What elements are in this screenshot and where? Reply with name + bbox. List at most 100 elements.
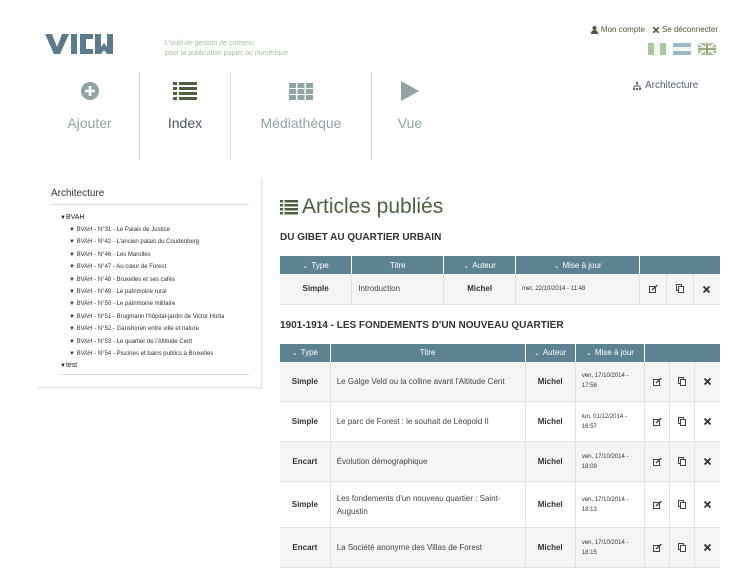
logout-link[interactable]: Se déconnecter <box>652 25 718 34</box>
account-link[interactable]: Mon compte <box>590 25 645 34</box>
copy-icon <box>678 376 687 386</box>
copy-action[interactable] <box>669 441 696 482</box>
date-line: ven, 17/10/2014 - <box>581 373 629 380</box>
main-content: Articles publiés DU GIBET AU QUARTIER UR… <box>280 192 720 568</box>
tree-item[interactable]: ▼ BVAH - N°51 - Brugmann l'hôpital-jardi… <box>60 311 249 323</box>
tree-item[interactable]: ▼ BVAH - N°47 - Au cœur de Forest <box>60 261 249 273</box>
tree-root-bvah[interactable]: ▼BVAH <box>60 212 249 224</box>
column-title[interactable]: Titre <box>330 343 526 362</box>
cell-title[interactable]: Le parc de Forest : le souhait de Léopol… <box>330 401 526 442</box>
tree-item[interactable]: ▼ BVAH - N°54 - Piscines et bains public… <box>60 348 249 360</box>
view-logo[interactable] <box>45 34 113 54</box>
nav-view[interactable]: Vue <box>372 72 448 160</box>
cell-type: Simple <box>280 401 331 442</box>
flag-fr-icon[interactable] <box>673 43 691 55</box>
breadcrumb[interactable]: Architecture <box>633 80 698 91</box>
language-switcher <box>648 43 716 55</box>
cell-date: ven, 17/10/2014 - 18:15 <box>575 527 646 568</box>
time-line: 18:13 <box>581 506 597 513</box>
caret-down-icon: ▼ <box>69 264 77 271</box>
tree-item[interactable]: ▼ BVAH - N°46 - Les Marolles <box>60 249 249 261</box>
copy-action[interactable] <box>666 274 694 305</box>
column-type[interactable]: ⌄ Type <box>280 343 331 362</box>
cell-date: ven, 17/10/2014 - 17:58 <box>575 361 646 402</box>
articles-table: ⌄ Type Titre ⌄ Auteur ⌄ Mise à jour Simple … <box>280 343 720 568</box>
delete-action[interactable] <box>694 441 720 482</box>
nav-media[interactable]: Médiathèque <box>231 72 371 160</box>
cell-title[interactable]: Introduction <box>351 274 445 305</box>
tree-item[interactable]: ▼ BVAH - N°42 - L'ancien palais du Coude… <box>60 236 249 248</box>
edit-icon <box>652 457 662 466</box>
cell-title[interactable]: Le Galge Veld ou la colline avant l'Alti… <box>330 361 526 402</box>
tree-item[interactable]: ▼ BVAH - N°50 - Le patrimoine militaire <box>60 298 249 310</box>
nav-index[interactable]: Index <box>140 72 230 160</box>
user-icon <box>590 25 598 34</box>
time-line: 18:09 <box>581 463 597 470</box>
edit-action[interactable] <box>644 361 671 402</box>
edit-action[interactable] <box>644 481 671 528</box>
column-updated[interactable]: ⌄ Mise à jour <box>575 343 646 362</box>
copy-action[interactable] <box>669 527 696 568</box>
chevron-down-icon: ⌄ <box>553 262 560 270</box>
main-nav: Ajouter Index Médiathèque Vue <box>40 72 448 160</box>
flag-nl-icon[interactable] <box>648 43 666 55</box>
tree-item[interactable]: ▼ BVAH - N°49 - Le patrimoine rural <box>60 286 249 298</box>
delete-action[interactable] <box>694 527 720 568</box>
cell-title[interactable]: Évolution démographique <box>330 441 526 482</box>
page-title-text: Articles publiés <box>302 195 444 218</box>
copy-icon <box>678 500 687 510</box>
tree-item[interactable]: ▼ BVAH - N°52 - Ganshoren entre ville et… <box>60 323 249 335</box>
edit-icon <box>648 285 658 294</box>
table-row[interactable]: Simple Les fondements d'un nouveau quart… <box>280 481 720 528</box>
cell-title[interactable]: Les fondements d'un nouveau quartier : S… <box>330 481 526 528</box>
date-line: ven, 17/10/2014 - <box>581 453 629 460</box>
table-row[interactable]: Simple Le Galge Veld ou la colline avant… <box>280 361 720 402</box>
column-updated[interactable]: ⌄ Mise à jour <box>515 256 641 274</box>
edit-action[interactable] <box>644 527 671 568</box>
cell-author: Michel <box>443 274 516 305</box>
tagline-line-2: pour la publication papier ou numérique <box>165 50 288 57</box>
tree-item[interactable]: ▼ BVAH - N°31 - Le Palais de Justice <box>60 224 249 236</box>
column-title[interactable]: Titre <box>351 256 445 274</box>
delete-action[interactable] <box>694 361 720 402</box>
copy-action[interactable] <box>669 361 696 402</box>
divider <box>51 204 249 205</box>
tree-item[interactable]: ▼ BVAH - N°48 - Bruxelles et ses cafés <box>60 274 249 286</box>
flag-en-icon[interactable] <box>698 43 716 55</box>
cell-author: Michel <box>525 361 576 402</box>
table-row[interactable]: Simple Introduction Michel mer, 22/10/20… <box>280 274 720 305</box>
edit-action[interactable] <box>639 274 667 305</box>
logout-label: Se déconnecter <box>661 25 718 34</box>
sidebar-title: Architecture <box>51 188 105 199</box>
nav-add[interactable]: Ajouter <box>40 72 139 160</box>
tree-root-test[interactable]: ▼test <box>60 360 249 372</box>
table-row[interactable]: Simple Le parc de Forest : le souhait de… <box>280 401 720 442</box>
delete-action[interactable] <box>694 401 720 442</box>
column-type[interactable]: ⌄ Type <box>280 256 353 274</box>
caret-down-icon: ▼ <box>69 239 77 246</box>
section-title: DU GIBET AU QUARTIER URBAIN <box>280 232 442 243</box>
edit-action[interactable] <box>644 401 671 442</box>
edit-action[interactable] <box>644 441 671 482</box>
caret-down-icon: ▼ <box>69 251 77 258</box>
table-row[interactable]: Encart La Société anonyme des Villas de … <box>280 527 720 568</box>
copy-action[interactable] <box>669 481 696 528</box>
cell-title[interactable]: La Société anonyme des Villas de Forest <box>330 527 526 568</box>
plus-circle-icon <box>80 82 99 100</box>
grid-icon <box>289 82 313 100</box>
column-author[interactable]: ⌄ Auteur <box>525 343 576 362</box>
date-line: lun, 01/12/2014 - <box>581 413 627 420</box>
delete-action[interactable] <box>694 481 720 528</box>
tree-item-label: BVAH - N°48 - Bruxelles et ses cafés <box>76 276 175 283</box>
delete-action[interactable] <box>693 274 720 305</box>
column-label: Mise à jour <box>594 348 634 357</box>
edit-icon <box>652 417 662 426</box>
column-author[interactable]: ⌄ Auteur <box>443 256 516 274</box>
table-row[interactable]: Encart Évolution démographique Michel ve… <box>280 441 720 482</box>
copy-action[interactable] <box>669 401 696 442</box>
tree-item[interactable]: ▼ BVAH - N°53 - Le quartier de l'Altitud… <box>60 336 249 348</box>
cell-date: mer, 22/10/2014 - 11:48 <box>515 274 641 305</box>
chevron-down-icon: ⌄ <box>291 350 298 357</box>
tree-item-label: BVAH - N°31 - Le Palais de Justice <box>76 227 170 233</box>
tree-item-label: BVAH - N°51 - Brugmann l'hôpital-jardin … <box>76 313 225 320</box>
